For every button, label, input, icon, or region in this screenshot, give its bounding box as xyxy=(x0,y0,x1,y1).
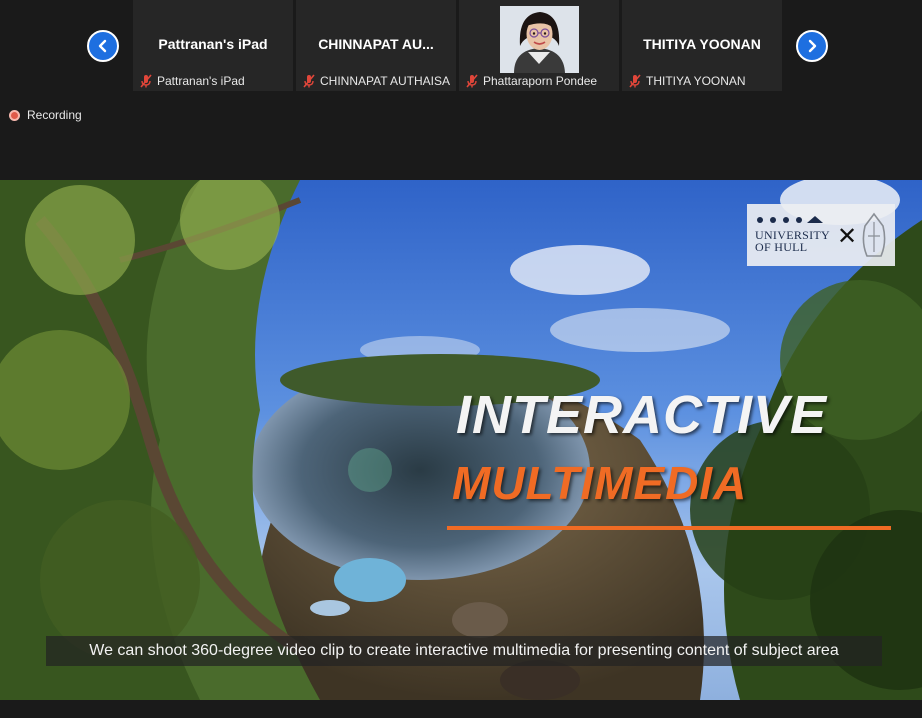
mic-muted-icon xyxy=(303,74,315,88)
recording-indicator[interactable]: Recording xyxy=(9,108,82,122)
participant-tile-4[interactable]: THITIYA YOONAN THITIYA YOONAN xyxy=(622,0,782,91)
title-underline xyxy=(447,526,891,530)
partner-crest-icon xyxy=(862,212,886,257)
participant-footer: Pattranan's iPad xyxy=(133,73,293,89)
university-of-hull-logo: UNIVERSITY OF HULL ✕ xyxy=(747,204,895,266)
gallery-prev-button[interactable] xyxy=(87,30,119,62)
participant-footer: THITIYA YOONAN xyxy=(622,73,782,89)
participant-footer-name: Phattaraporn Pondee xyxy=(483,74,598,88)
participant-footer-name: THITIYA YOONAN xyxy=(646,74,746,88)
participant-display-name: CHINNAPAT AU... xyxy=(318,36,434,52)
chevron-left-icon xyxy=(98,39,107,53)
participant-display-name: Pattranan's iPad xyxy=(158,36,268,52)
logo-line-2: OF HULL xyxy=(755,240,808,254)
participant-display-name: THITIYA YOONAN xyxy=(643,36,761,52)
logo-text: UNIVERSITY OF HULL xyxy=(755,229,830,253)
mic-muted-icon xyxy=(140,74,152,88)
participant-footer: Phattaraporn Pondee xyxy=(459,73,619,89)
university-crest-ornaments-icon xyxy=(757,216,823,223)
mic-muted-icon xyxy=(629,74,641,88)
recording-dot-icon xyxy=(9,109,20,121)
recording-label: Recording xyxy=(27,108,82,122)
participant-tile-3[interactable]: Phattaraporn Pondee xyxy=(459,0,619,91)
participant-footer: CHINNAPAT AUTHAISA xyxy=(296,73,456,89)
video-caption: We can shoot 360-degree video clip to cr… xyxy=(46,636,882,666)
bottom-bar xyxy=(0,700,922,718)
participant-footer-name: CHINNAPAT AUTHAISA xyxy=(320,74,451,88)
mic-muted-icon xyxy=(466,74,478,88)
participant-footer-name: Pattranan's iPad xyxy=(157,74,245,88)
participant-tile-1[interactable]: Pattranan's iPad Pattranan's iPad xyxy=(133,0,293,91)
chevron-right-icon xyxy=(808,39,817,53)
video-title-line-1: INTERACTIVE xyxy=(456,385,828,445)
video-title-line-2: MULTIMEDIA xyxy=(452,457,748,509)
logo-separator: ✕ xyxy=(837,223,858,250)
participant-video xyxy=(500,6,579,73)
participant-tile-2[interactable]: CHINNAPAT AU... CHINNAPAT AUTHAISA xyxy=(296,0,456,91)
gallery-next-button[interactable] xyxy=(796,30,828,62)
